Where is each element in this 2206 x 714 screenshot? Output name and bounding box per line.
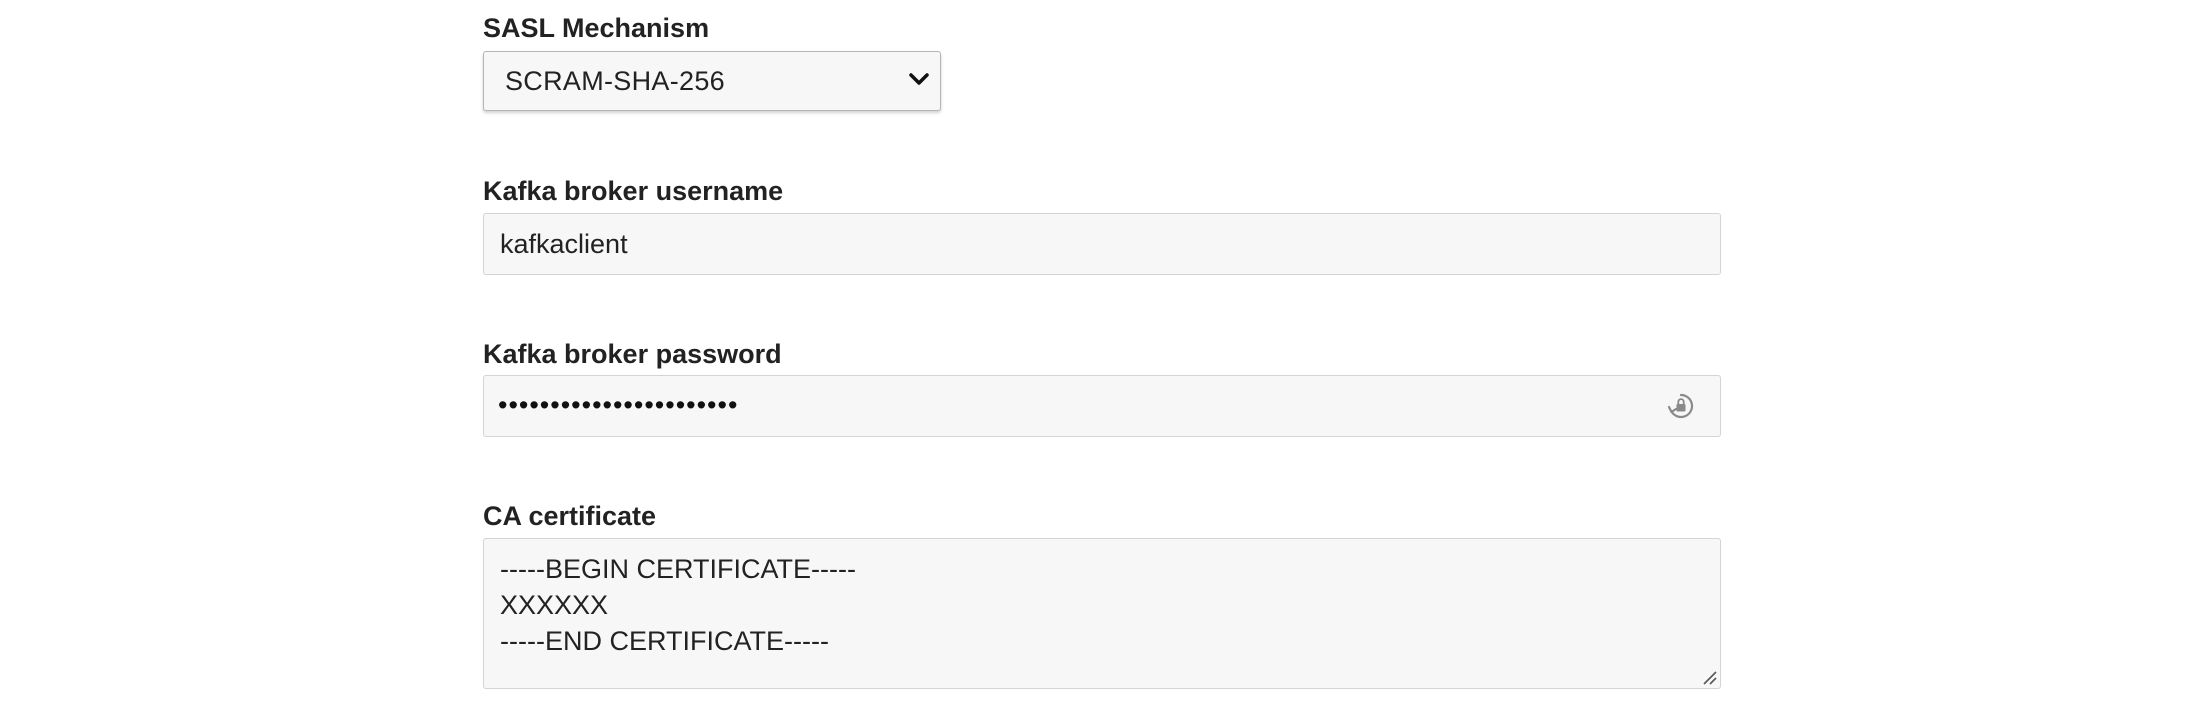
- username-value: kafkaclient: [500, 229, 628, 259]
- sasl-mechanism-label: SASL Mechanism: [483, 13, 710, 43]
- password-input[interactable]: •••••••••••••••••••••••: [483, 375, 1721, 437]
- password-masked-value: •••••••••••••••••••••••: [498, 390, 739, 420]
- ca-certificate-label: CA certificate: [483, 501, 657, 531]
- ca-certificate-line-3: -----END CERTIFICATE-----: [500, 626, 829, 656]
- username-input[interactable]: kafkaclient: [483, 213, 1721, 275]
- resize-handle-icon[interactable]: [1700, 668, 1718, 686]
- sasl-mechanism-value: SCRAM-SHA-256: [505, 66, 725, 96]
- lock-refresh-icon[interactable]: [1666, 391, 1696, 421]
- ca-certificate-line-2: XXXXXX: [500, 590, 609, 620]
- chevron-down-icon: [909, 73, 929, 85]
- ca-certificate-textarea[interactable]: -----BEGIN CERTIFICATE----- XXXXXX -----…: [483, 538, 1721, 689]
- password-label: Kafka broker password: [483, 339, 782, 369]
- sasl-mechanism-select[interactable]: SCRAM-SHA-256: [483, 51, 941, 111]
- username-label: Kafka broker username: [483, 176, 784, 206]
- ca-certificate-line-1: -----BEGIN CERTIFICATE-----: [500, 554, 856, 584]
